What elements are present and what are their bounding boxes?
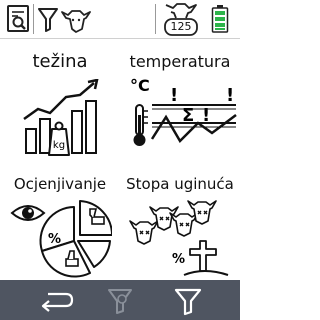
- tile-label: Stopa uginuća: [126, 175, 234, 193]
- temperature-chart-icon: °C ! ! Σ !: [130, 76, 237, 146]
- cow-count: 125: [170, 20, 192, 33]
- filter-settings-button[interactable]: [100, 284, 140, 316]
- tile-tezina[interactable]: težina kg: [0, 39, 120, 159]
- filter-settings-icon: [108, 289, 132, 314]
- report-search-icon[interactable]: [4, 4, 34, 34]
- mortality-icon: %: [129, 200, 229, 276]
- cow-filter-icon[interactable]: [36, 4, 96, 34]
- celsius-unit: °C: [130, 76, 150, 95]
- bottom-bar: [0, 280, 240, 320]
- percent-symbol: %: [48, 232, 61, 247]
- back-button[interactable]: [36, 284, 76, 316]
- divider: [155, 4, 156, 34]
- filter-button[interactable]: [168, 284, 208, 316]
- battery-icon: [211, 5, 229, 33]
- tile-label: Ocjenjivanje: [13, 175, 107, 193]
- top-bar: 125: [0, 0, 240, 39]
- back-arrow-icon: [41, 292, 74, 312]
- divider: [33, 4, 34, 34]
- tile-ocjenjivanje[interactable]: Ocjenjivanje %: [0, 159, 120, 279]
- percent-symbol: %: [172, 252, 185, 267]
- tile-label: temperatura: [129, 52, 231, 71]
- screen: 125 težina kg temperatura °C ! ! Σ ! Ocj…: [0, 0, 240, 320]
- assessment-pie-icon: %: [10, 200, 112, 278]
- svg-text:kg: kg: [53, 140, 65, 151]
- tile-temperatura[interactable]: temperatura °C ! ! Σ !: [120, 39, 240, 159]
- alert-mark: !: [226, 85, 234, 106]
- tile-stopa-uginuca[interactable]: Stopa uginuća %: [120, 159, 240, 279]
- weight-growth-icon: kg: [23, 79, 99, 156]
- alert-mark: !: [170, 85, 178, 106]
- menu-grid: težina kg temperatura °C ! ! Σ ! Ocjenji…: [0, 39, 240, 280]
- filter-icon: [174, 288, 202, 316]
- tile-label: težina: [32, 51, 88, 72]
